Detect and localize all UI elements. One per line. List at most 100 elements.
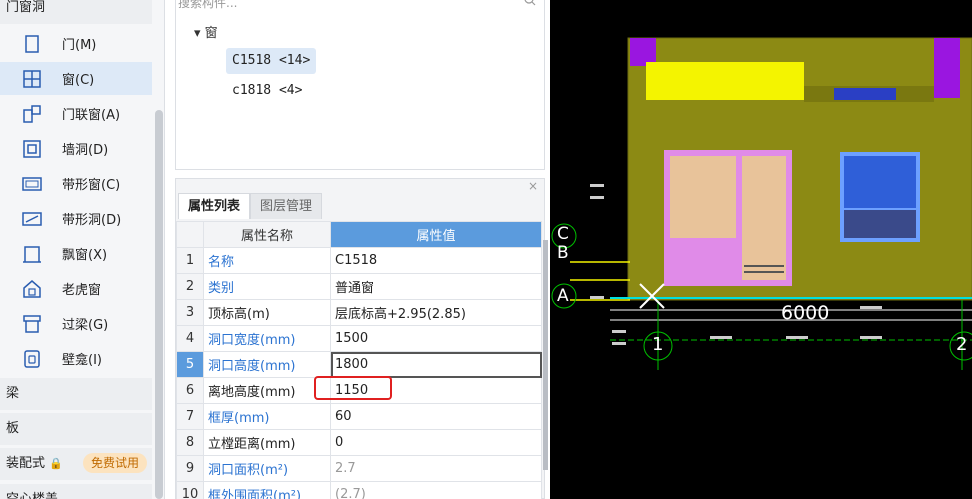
cad-text-mark — [786, 336, 808, 339]
sidebar-scrollbar[interactable] — [155, 110, 163, 499]
section-beam[interactable]: 梁 — [0, 378, 152, 410]
tab-layer-management[interactable]: 图层管理 — [250, 193, 323, 219]
row-number: 3 — [176, 299, 204, 326]
row-number: 1 — [176, 247, 204, 274]
sidebar-item-label: 带形洞(D) — [62, 213, 122, 228]
row-number: 9 — [176, 455, 204, 482]
cad-text-mark — [612, 330, 626, 333]
table-row[interactable]: 1 名称 C1518 — [176, 247, 542, 274]
cad-text-mark — [612, 342, 626, 345]
search-placeholder: 搜索构件... — [178, 0, 238, 10]
table-row[interactable]: 2 类别 普通窗 — [176, 273, 542, 300]
section-hollow-floor[interactable]: 空心楼盖 — [0, 484, 152, 499]
dimension-label: 6000 — [781, 302, 830, 324]
sidebar-item-label: 带形窗(C) — [62, 178, 121, 193]
property-value[interactable]: 0 — [330, 429, 542, 456]
property-name: 洞口面积(m²) — [203, 455, 331, 482]
row-number: 5 — [176, 351, 204, 378]
section-prefab-label: 装配式 — [6, 456, 46, 471]
blue-window-lower — [844, 210, 916, 238]
property-name: 顶标高(m) — [203, 299, 331, 326]
properties-scrollbar[interactable] — [543, 240, 548, 470]
table-row[interactable]: 4 洞口宽度(mm) 1500 — [176, 325, 542, 352]
property-value[interactable]: 1150 — [330, 377, 542, 404]
component-search-input[interactable]: 搜索构件... — [176, 0, 544, 12]
sidebar-item-label: 壁龛(I) — [62, 353, 102, 368]
table-row[interactable]: 5 洞口高度(mm) 1800 — [176, 351, 542, 378]
row-number: 8 — [176, 429, 204, 456]
sidebar-item-label: 过梁(G) — [62, 318, 109, 333]
sidebar-item-label: 墙洞(D) — [62, 143, 109, 158]
cad-text-mark — [590, 184, 604, 187]
property-name: 立樘距离(mm) — [203, 429, 331, 456]
property-value-header: 属性值 — [330, 221, 542, 248]
tree-node-c1518[interactable]: C1518 <14> — [226, 48, 317, 74]
column-top-left — [630, 38, 656, 66]
sidebar-item-strip-window[interactable]: 带形窗(C) — [0, 167, 152, 200]
search-icon[interactable] — [524, 0, 536, 6]
property-name: 框厚(mm) — [203, 403, 331, 430]
component-sidebar: 门窗洞 门(M) 窗(C) 门联窗(A) 墙洞(D) 带形窗(C) 带形洞(D)… — [0, 0, 165, 499]
property-name: 离地高度(mm) — [203, 377, 331, 404]
section-slab[interactable]: 板 — [0, 413, 152, 445]
door-window-pane-left — [670, 156, 736, 238]
property-name: 洞口高度(mm) — [203, 351, 331, 378]
tree-root-window[interactable]: ▾ 窗 — [194, 22, 218, 41]
axis-label-b: B — [557, 243, 569, 263]
sidebar-item-window[interactable]: 窗(C) — [0, 62, 152, 95]
grid-number-2: 2 — [956, 334, 968, 355]
sidebar-item-label: 门(M) — [62, 38, 97, 53]
door-icon — [22, 34, 42, 54]
property-name: 洞口宽度(mm) — [203, 325, 331, 352]
strip-window-icon — [22, 174, 42, 194]
niche-icon — [22, 349, 42, 369]
table-row[interactable]: 7 框厚(mm) 60 — [176, 403, 542, 430]
sidebar-item-door-window[interactable]: 门联窗(A) — [0, 97, 152, 130]
table-row[interactable]: 8 立樘距离(mm) 0 — [176, 429, 542, 456]
property-name: 名称 — [203, 247, 331, 274]
table-row[interactable]: 3 顶标高(m) 层底标高+2.95(2.85) — [176, 299, 542, 326]
property-value[interactable]: 层底标高+2.95(2.85) — [330, 299, 542, 326]
dormer-window-icon — [22, 279, 42, 299]
property-name: 框外围面积(m²) — [203, 481, 331, 499]
wall-opening-icon — [22, 139, 42, 159]
window-icon — [22, 69, 42, 89]
sidebar-item-door[interactable]: 门(M) — [0, 27, 152, 60]
grid-header-row: 属性名称 属性值 — [176, 221, 542, 248]
properties-panel: × 属性列表 图层管理 属性名称 属性值 1 名称 C1518 2 类别 普通窗… — [175, 178, 545, 499]
property-value[interactable]: 普通窗 — [330, 273, 542, 300]
free-trial-badge[interactable]: 免费试用 — [83, 453, 148, 473]
close-icon[interactable]: × — [528, 179, 538, 193]
property-value-editor[interactable]: 1800 — [330, 351, 542, 378]
table-row[interactable]: 10 框外围面积(m²) (2.7) — [176, 481, 542, 499]
door-window-pane-right — [742, 156, 786, 280]
sidebar-item-label: 门联窗(A) — [62, 108, 121, 123]
sidebar-item-strip-opening[interactable]: 带形洞(D) — [0, 202, 152, 235]
cad-text-mark — [590, 296, 604, 299]
strip-opening-icon — [22, 209, 42, 229]
bay-window-icon — [22, 244, 42, 264]
table-row[interactable]: 6 离地高度(mm) 1150 — [176, 377, 542, 404]
tab-property-list[interactable]: 属性列表 — [178, 193, 251, 219]
property-value[interactable]: 60 — [330, 403, 542, 430]
property-value[interactable]: C1518 — [330, 247, 542, 274]
beam-yellow — [646, 62, 804, 100]
component-tree-panel: 搜索构件... ▾ 窗 C1518 <14> c1818 <4> — [175, 0, 545, 170]
3d-viewport[interactable]: C B A 6000 1 2 — [550, 0, 972, 499]
tree-node-c1818[interactable]: c1818 <4> — [226, 78, 308, 104]
cad-text-mark — [860, 306, 882, 309]
sidebar-item-niche[interactable]: 壁龛(I) — [0, 342, 152, 375]
sidebar-item-label: 飘窗(X) — [62, 248, 108, 263]
sidebar-item-lintel[interactable]: 过梁(G) — [0, 307, 152, 340]
row-number: 4 — [176, 325, 204, 352]
property-value[interactable]: 1500 — [330, 325, 542, 352]
sidebar-item-bay-window[interactable]: 飘窗(X) — [0, 237, 152, 270]
sidebar-item-wall-opening[interactable]: 墙洞(D) — [0, 132, 152, 165]
row-number-header — [176, 221, 204, 248]
row-number: 7 — [176, 403, 204, 430]
section-prefab[interactable]: 装配式 🔒 免费试用 — [0, 448, 152, 480]
table-row[interactable]: 9 洞口面积(m²) 2.7 — [176, 455, 542, 482]
sidebar-item-dormer-window[interactable]: 老虎窗 — [0, 272, 152, 305]
section-door-window-opening[interactable]: 门窗洞 — [0, 0, 152, 24]
sidebar-item-label: 老虎窗 — [62, 283, 102, 298]
